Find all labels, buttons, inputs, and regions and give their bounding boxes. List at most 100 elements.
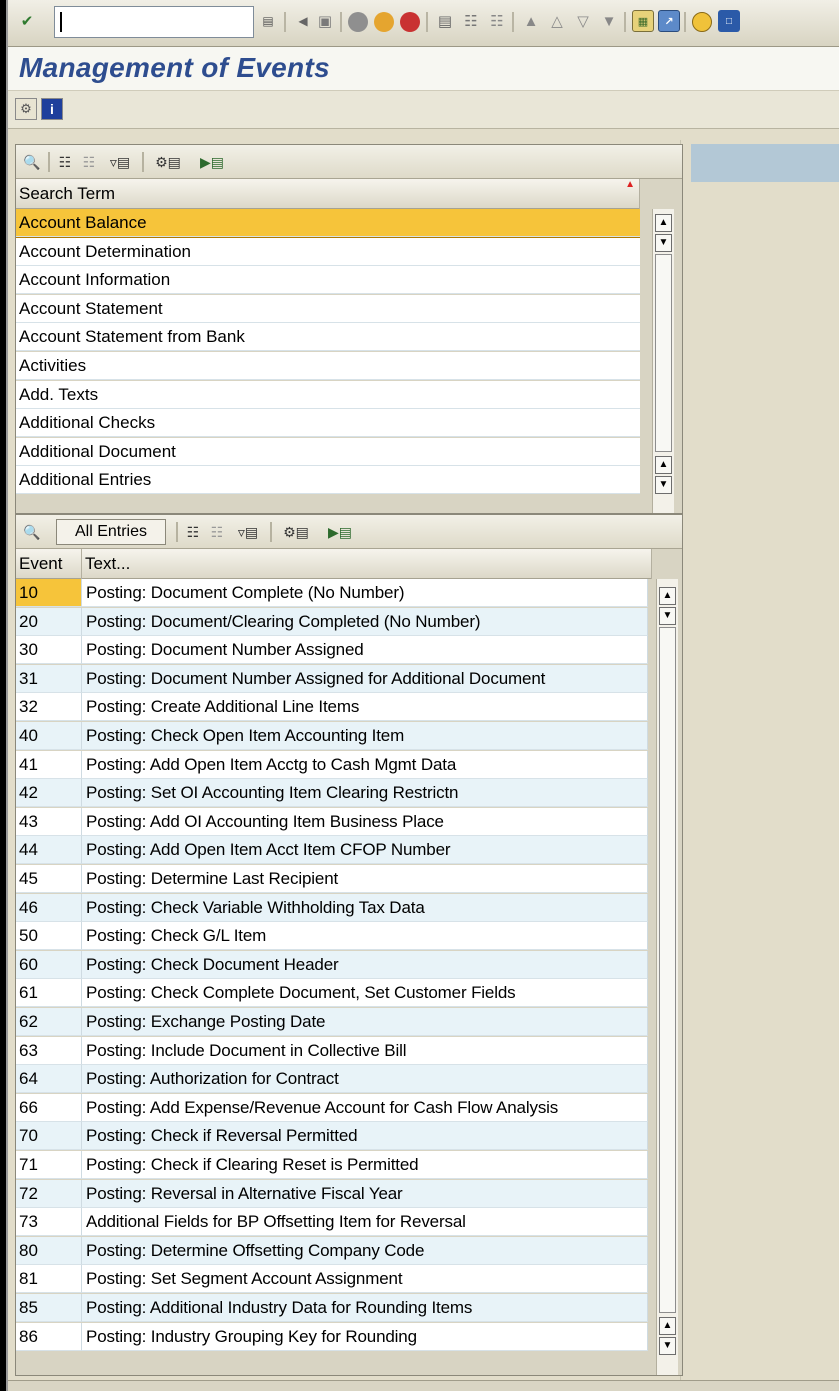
- event-row[interactable]: 45 Posting: Determine Last Recipient: [16, 865, 648, 893]
- event-row[interactable]: 71 Posting: Check if Clearing Reset is Pe…: [16, 1151, 648, 1179]
- scroll-thumb[interactable]: [659, 627, 676, 1313]
- scroll-up-button[interactable]: ▲: [659, 587, 676, 605]
- scroll-page-down-button[interactable]: ▼: [659, 1337, 676, 1355]
- event-row[interactable]: 10 Posting: Document Complete (No Number): [16, 579, 648, 607]
- back-icon[interactable]: [348, 12, 368, 32]
- event-text-cell[interactable]: Posting: Include Document in Collective …: [82, 1036, 648, 1065]
- events-scrollbar[interactable]: ▲ ▼ ▲ ▼: [656, 579, 678, 1375]
- column-header-search-term[interactable]: Search Term ▲: [16, 179, 640, 209]
- event-number-cell[interactable]: 43: [16, 807, 82, 836]
- details-icon[interactable]: 🔍: [20, 149, 44, 175]
- layout-icon[interactable]: ⚙▤: [148, 149, 188, 175]
- command-history-icon[interactable]: ▤: [257, 10, 279, 32]
- event-row[interactable]: 32 Posting: Create Additional Line Items: [16, 693, 648, 722]
- event-text-cell[interactable]: Posting: Create Additional Line Items: [82, 693, 648, 722]
- find-icon[interactable]: ☷: [182, 519, 204, 545]
- event-row[interactable]: 30 Posting: Document Number Assigned: [16, 636, 648, 665]
- event-number-cell[interactable]: 61: [16, 979, 82, 1008]
- event-number-cell[interactable]: 40: [16, 722, 82, 750]
- event-number-cell[interactable]: 41: [16, 750, 82, 779]
- event-text-cell[interactable]: Posting: Document/Clearing Completed (No…: [82, 607, 648, 636]
- search-term-scrollbar[interactable]: ▲ ▼ ▲ ▼: [652, 209, 674, 513]
- event-number-cell[interactable]: 86: [16, 1322, 82, 1351]
- event-text-cell[interactable]: Posting: Check Complete Document, Set Cu…: [82, 979, 648, 1008]
- new-session-icon[interactable]: ▦: [632, 10, 654, 32]
- event-number-cell[interactable]: 80: [16, 1236, 82, 1265]
- find-next-icon[interactable]: ☷: [486, 10, 508, 32]
- event-row[interactable]: 85 Posting: Additional Industry Data for …: [16, 1294, 648, 1322]
- event-text-cell[interactable]: Posting: Determine Last Recipient: [82, 865, 648, 893]
- event-row[interactable]: 42 Posting: Set OI Accounting Item Cleari…: [16, 779, 648, 808]
- event-row[interactable]: 86 Posting: Industry Grouping Key for Rou…: [16, 1322, 648, 1351]
- event-number-cell[interactable]: 20: [16, 607, 82, 636]
- event-text-cell[interactable]: Posting: Check Open Item Accounting Item: [82, 722, 648, 750]
- event-row[interactable]: 73 Additional Fields for BP Offsetting It…: [16, 1208, 648, 1237]
- column-header-text[interactable]: Text...: [82, 549, 652, 579]
- scroll-down-button[interactable]: ▼: [659, 607, 676, 625]
- event-text-cell[interactable]: Posting: Exchange Posting Date: [82, 1008, 648, 1036]
- event-number-cell[interactable]: 73: [16, 1208, 82, 1237]
- event-number-cell[interactable]: 31: [16, 664, 82, 693]
- event-text-cell[interactable]: Posting: Add Open Item Acctg to Cash Mgm…: [82, 750, 648, 779]
- find-icon[interactable]: ☷: [460, 10, 482, 32]
- event-row[interactable]: 60 Posting: Check Document Header: [16, 950, 648, 979]
- scroll-up-button[interactable]: ▲: [655, 214, 672, 232]
- event-row[interactable]: 72 Posting: Reversal in Alternative Fisca…: [16, 1179, 648, 1208]
- event-row[interactable]: 62 Posting: Exchange Posting Date: [16, 1008, 648, 1036]
- event-number-cell[interactable]: 45: [16, 865, 82, 893]
- details-icon[interactable]: 🔍: [20, 519, 44, 545]
- export-icon[interactable]: ▶▤: [192, 149, 232, 175]
- filter-icon[interactable]: ▿▤: [102, 149, 138, 175]
- enter-icon[interactable]: ✔: [16, 10, 38, 32]
- event-row[interactable]: 63 Posting: Include Document in Collectiv…: [16, 1036, 648, 1065]
- column-header-event[interactable]: Event: [16, 549, 82, 579]
- event-row[interactable]: 80 Posting: Determine Offsetting Company …: [16, 1236, 648, 1265]
- save-icon[interactable]: ▣: [314, 10, 336, 32]
- all-entries-button[interactable]: All Entries: [56, 519, 166, 545]
- event-row[interactable]: 46 Posting: Check Variable Withholding Ta…: [16, 893, 648, 922]
- search-term-row[interactable]: Additional Entries: [16, 466, 640, 495]
- event-text-cell[interactable]: Posting: Document Number Assigned for Ad…: [82, 664, 648, 693]
- event-text-cell[interactable]: Posting: Set Segment Account Assignment: [82, 1265, 648, 1294]
- event-number-cell[interactable]: 85: [16, 1294, 82, 1322]
- event-text-cell[interactable]: Posting: Document Number Assigned: [82, 636, 648, 665]
- event-text-cell[interactable]: Posting: Check if Clearing Reset is Perm…: [82, 1151, 648, 1179]
- search-term-row[interactable]: Activities: [16, 352, 640, 380]
- event-number-cell[interactable]: 10: [16, 579, 82, 607]
- event-number-cell[interactable]: 81: [16, 1265, 82, 1294]
- scroll-down-button[interactable]: ▼: [655, 234, 672, 252]
- event-number-cell[interactable]: 64: [16, 1065, 82, 1094]
- event-text-cell[interactable]: Posting: Determine Offsetting Company Co…: [82, 1236, 648, 1265]
- event-number-cell[interactable]: 70: [16, 1122, 82, 1151]
- cancel-icon[interactable]: [400, 12, 420, 32]
- event-text-cell[interactable]: Posting: Document Complete (No Number): [82, 579, 648, 607]
- event-number-cell[interactable]: 42: [16, 779, 82, 808]
- next-page-icon[interactable]: ▽: [572, 10, 594, 32]
- scroll-page-down-button[interactable]: ▼: [655, 476, 672, 494]
- event-number-cell[interactable]: 32: [16, 693, 82, 722]
- event-number-cell[interactable]: 71: [16, 1151, 82, 1179]
- event-row[interactable]: 41 Posting: Add Open Item Acctg to Cash M…: [16, 750, 648, 779]
- search-term-row[interactable]: Account Determination: [16, 237, 640, 266]
- layout-menu-icon[interactable]: □: [718, 10, 740, 32]
- event-row[interactable]: 20 Posting: Document/Clearing Completed (…: [16, 607, 648, 636]
- event-row[interactable]: 70 Posting: Check if Reversal Permitted: [16, 1122, 648, 1151]
- event-text-cell[interactable]: Posting: Industry Grouping Key for Round…: [82, 1322, 648, 1351]
- layout-icon[interactable]: ⚙▤: [276, 519, 316, 545]
- command-field[interactable]: [54, 6, 254, 38]
- find-icon[interactable]: ☷: [54, 149, 76, 175]
- filter-icon[interactable]: ▿▤: [230, 519, 266, 545]
- find-next-icon[interactable]: ☷: [78, 149, 100, 175]
- event-text-cell[interactable]: Posting: Add OI Accounting Item Business…: [82, 807, 648, 836]
- event-row[interactable]: 64 Posting: Authorization for Contract: [16, 1065, 648, 1094]
- information-icon[interactable]: i: [41, 98, 63, 120]
- event-number-cell[interactable]: 50: [16, 922, 82, 951]
- find-next-icon[interactable]: ☷: [206, 519, 228, 545]
- event-row[interactable]: 44 Posting: Add Open Item Acct Item CFOP …: [16, 836, 648, 865]
- scroll-thumb[interactable]: [655, 254, 672, 452]
- event-number-cell[interactable]: 46: [16, 893, 82, 922]
- event-text-cell[interactable]: Posting: Reversal in Alternative Fiscal …: [82, 1179, 648, 1208]
- event-row[interactable]: 31 Posting: Document Number Assigned for …: [16, 664, 648, 693]
- search-term-row[interactable]: Additional Checks: [16, 409, 640, 438]
- collapse-icon[interactable]: ◀: [292, 10, 314, 32]
